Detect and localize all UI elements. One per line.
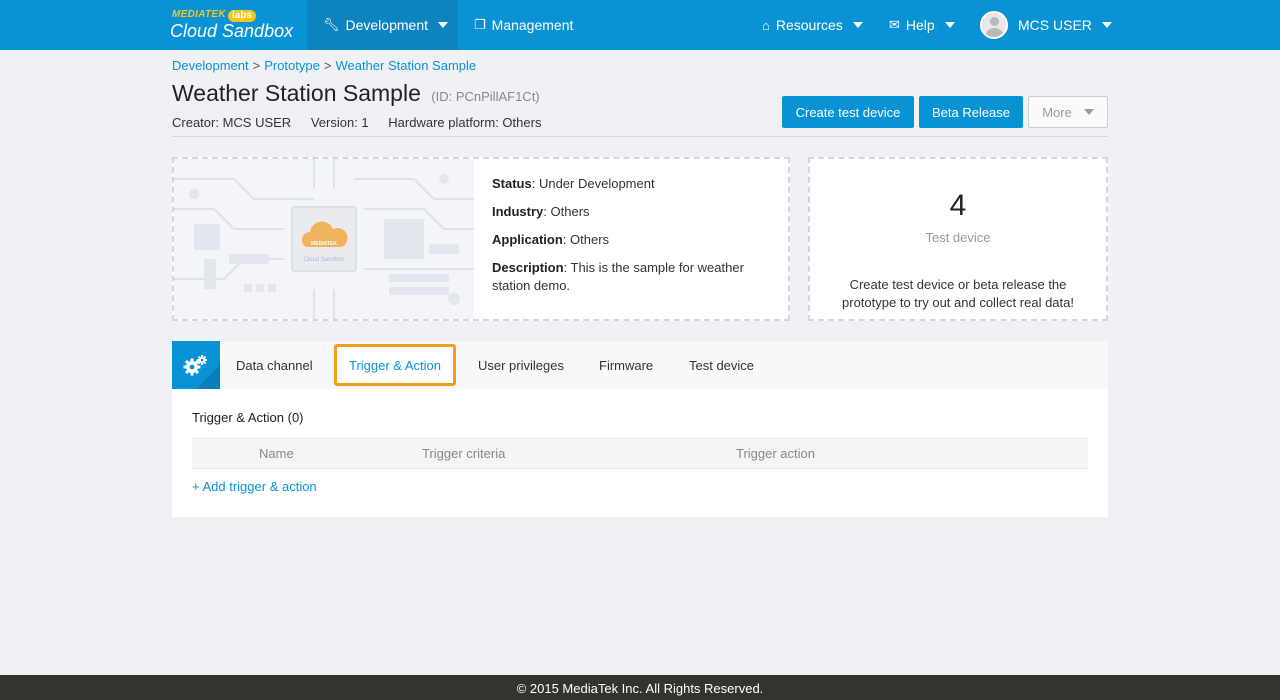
logo-brand: MEDIATEK (172, 9, 226, 20)
top-navbar: MEDIATEK labs Cloud Sandbox 🔧︎ Developme… (0, 0, 1280, 50)
prototype-id: (ID: PCnPillAF1Ct) (431, 89, 540, 104)
test-device-label: Test device (925, 230, 991, 245)
application-value: : Others (562, 232, 610, 247)
wrench-icon: 🔧︎ (323, 17, 340, 32)
more-dropdown-button[interactable]: More (1028, 96, 1108, 128)
trigger-action-panel: Trigger & Action (0) Name Trigger criter… (172, 389, 1108, 517)
more-button-label: More (1042, 104, 1072, 120)
industry-row: Industry: Others (492, 203, 772, 221)
prototype-details: Status: Under Development Industry: Othe… (492, 175, 772, 305)
application-label: Application (492, 232, 563, 247)
board-caption-text: Cloud Sandbox (303, 257, 344, 263)
breadcrumb-prototype[interactable]: Prototype (264, 58, 320, 73)
tab-user-privileges[interactable]: User privileges (478, 341, 564, 389)
trigger-table-header: Name Trigger criteria Trigger action (192, 438, 1088, 469)
nav-management-label: Management (491, 17, 574, 33)
header-divider (172, 136, 1108, 137)
chevron-down-icon (1101, 22, 1112, 28)
chevron-down-icon (944, 22, 955, 28)
logo-product: Cloud Sandbox (170, 21, 294, 41)
industry-label: Industry (492, 204, 544, 219)
nav-resources-label: Resources (775, 17, 843, 33)
settings-tab-icon-box (172, 341, 220, 389)
column-name: Name (259, 446, 294, 461)
board-logo-text: MEDIATEK (311, 241, 337, 247)
platform-text: Hardware platform: Others (388, 115, 542, 130)
breadcrumb-separator: > (323, 58, 332, 73)
nav-management[interactable]: ❐ Management (474, 0, 573, 50)
tab-test-device[interactable]: Test device (689, 341, 754, 389)
trigger-action-title: Trigger & Action (0) (192, 410, 304, 425)
prototype-meta: Creator: MCS USER Version: 1 Hardware pl… (172, 115, 557, 130)
cloud-sandbox-logo[interactable]: MEDIATEK labs Cloud Sandbox (170, 8, 300, 44)
nav-help[interactable]: ✉ Help (889, 0, 955, 50)
nav-development-label: Development (345, 17, 429, 33)
add-trigger-action-link[interactable]: + Add trigger & action (192, 479, 317, 494)
breadcrumb-weather-station-sample[interactable]: Weather Station Sample (335, 58, 476, 73)
status-value: : Under Development (531, 176, 655, 191)
documents-icon: ❐ (474, 17, 486, 32)
gears-icon (183, 355, 207, 376)
status-row: Status: Under Development (492, 175, 772, 193)
prototype-tabs: Data channel Trigger & Action User privi… (172, 341, 1108, 389)
page-title-text: Weather Station Sample (172, 80, 421, 106)
nav-user-menu[interactable]: MCS USER (980, 0, 1112, 50)
description-label: Description (492, 260, 564, 275)
nav-user-label: MCS USER (1018, 17, 1092, 33)
inbox-icon: ⌂ (762, 17, 770, 33)
chevron-down-icon (438, 22, 449, 28)
chevron-down-icon (852, 22, 863, 28)
status-label: Status (492, 176, 532, 191)
prototype-info-card: MEDIATEK Cloud Sandbox Status: Under Dev… (172, 157, 790, 321)
column-trigger-criteria: Trigger criteria (422, 446, 506, 461)
tab-firmware[interactable]: Firmware (599, 341, 653, 389)
tab-data-channel[interactable]: Data channel (236, 341, 313, 389)
breadcrumb: Development > Prototype > Weather Station Sa… (172, 58, 476, 73)
nav-help-label: Help (905, 17, 935, 33)
chat-bubbles-icon: ✉ (889, 17, 900, 32)
create-test-device-button[interactable]: Create test device (782, 96, 914, 128)
circuit-board-icon: MEDIATEK Cloud Sandbox (174, 159, 474, 319)
test-device-hint: Create test device or beta release the p… (842, 277, 1074, 310)
beta-release-button[interactable]: Beta Release (919, 96, 1023, 128)
nav-development[interactable]: 🔧︎ Development (307, 0, 458, 50)
industry-value: : Others (543, 204, 590, 219)
breadcrumb-separator: > (252, 58, 261, 73)
prototype-board-image: MEDIATEK Cloud Sandbox (174, 159, 474, 319)
description-row: Description: This is the sample for weat… (492, 259, 772, 295)
application-row: Application: Others (492, 231, 772, 249)
test-device-count[interactable]: 4 (810, 189, 1106, 223)
column-trigger-action: Trigger action (736, 446, 815, 461)
tab-trigger-action[interactable]: Trigger & Action (334, 344, 457, 386)
page-title: Weather Station Sample (ID: PCnPillAF1Ct… (172, 80, 540, 107)
breadcrumb-development[interactable]: Development (172, 58, 249, 73)
chevron-down-icon (1083, 109, 1094, 115)
nav-resources[interactable]: ⌂ Resources (762, 0, 863, 50)
test-device-card: 4 Test device Create test device or beta… (808, 157, 1108, 321)
footer: © 2015 MediaTek Inc. All Rights Reserved… (0, 675, 1280, 700)
version-text: Version: 1 (310, 115, 369, 130)
avatar (980, 11, 1008, 39)
creator-text: Creator: MCS USER (172, 115, 292, 130)
